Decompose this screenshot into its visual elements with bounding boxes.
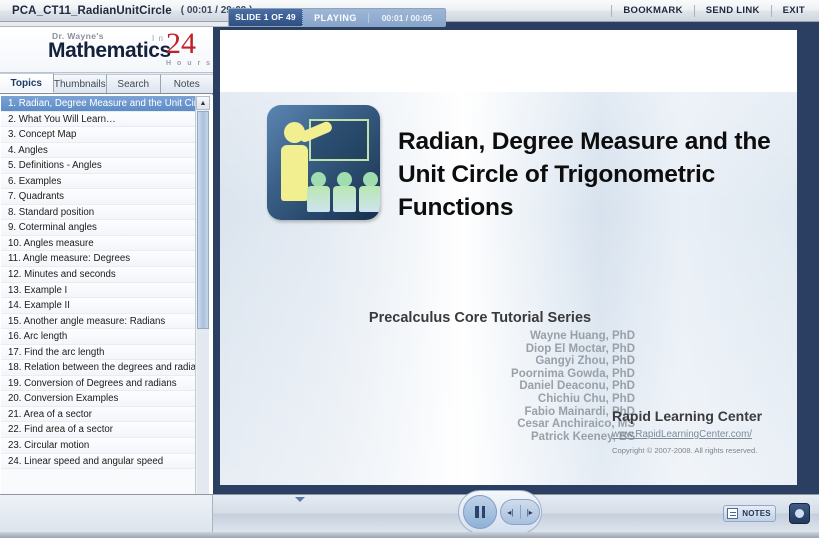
bookmark-button[interactable]: BOOKMARK: [611, 4, 693, 17]
step-buttons: ◂| |▸: [500, 499, 540, 525]
slide-time: 00:01 / 00:05: [381, 12, 433, 23]
slide-title: Radian, Degree Measure and the Unit Circ…: [398, 128, 771, 221]
author-name: Poornima Gowda, PhD: [511, 367, 635, 380]
topic-item[interactable]: 23. Circular motion: [1, 438, 197, 454]
topic-item[interactable]: 12. Minutes and seconds: [1, 267, 197, 283]
scrollbar-track[interactable]: [197, 329, 209, 499]
logo-in-word: I n: [152, 34, 164, 43]
control-bar-left-filler: [0, 495, 213, 533]
tab-topics[interactable]: Topics: [0, 73, 54, 93]
previous-slide-button[interactable]: ◂|: [501, 508, 520, 517]
author-name: Gangyi Zhou, PhD: [535, 355, 635, 368]
topic-item[interactable]: 17. Find the arc length: [1, 344, 197, 361]
logo-hours: H o u r s: [166, 60, 213, 67]
tab-search[interactable]: Search: [107, 74, 161, 93]
topics-scrollbar[interactable]: ▲ ▼: [195, 96, 210, 514]
slide-top-band: [220, 30, 797, 92]
student-body-2: [333, 186, 356, 212]
topic-item[interactable]: 19. Conversion of Degrees and radians: [1, 375, 197, 392]
title-bar-actions: BOOKMARK SEND LINK EXIT: [611, 4, 819, 17]
tab-notes[interactable]: Notes: [160, 74, 213, 93]
slide-author-list: Wayne Huang, PhD Diop El Moctar, PhD Gangy…: [370, 330, 635, 443]
topic-item[interactable]: 21. Area of a sector: [1, 406, 197, 423]
topics-panel: 1. Radian, Degree Measure and the Unit C…: [0, 95, 213, 515]
next-slide-button[interactable]: |▸: [521, 508, 540, 517]
topic-item[interactable]: 1. Radian, Degree Measure and the Unit C…: [1, 96, 197, 112]
topic-item[interactable]: 16. Arc length: [1, 329, 197, 345]
topic-item[interactable]: 13. Example I: [1, 282, 197, 299]
author-name: Daniel Deaconu, PhD: [519, 380, 635, 393]
send-link-button[interactable]: SEND LINK: [693, 4, 771, 17]
topic-item[interactable]: 11. Angle measure: Degrees: [1, 251, 197, 268]
fullscreen-button[interactable]: [789, 503, 810, 524]
topic-item[interactable]: 10. Angles measure: [1, 235, 197, 252]
stage-right-edge: [797, 27, 819, 494]
topic-item[interactable]: 6. Examples: [1, 173, 197, 190]
author-name: Patrick Keeney, BS: [531, 430, 635, 443]
brand-url-link[interactable]: www.RapidLearningCenter.com/: [612, 429, 797, 440]
topics-list[interactable]: 1. Radian, Degree Measure and the Unit C…: [1, 96, 197, 514]
student-body-1: [307, 186, 330, 212]
brand-block: Rapid Learning Center www.RapidLearningC…: [612, 408, 797, 455]
topic-item[interactable]: 8. Standard position: [1, 204, 197, 221]
author-name: Fabio Mainardi, PhD: [524, 405, 635, 418]
topic-item[interactable]: 20. Conversion Examples: [1, 391, 197, 407]
exit-button[interactable]: EXIT: [770, 4, 809, 17]
topic-item[interactable]: 3. Concept Map: [1, 127, 197, 143]
transport-controls: ◂| |▸: [458, 490, 542, 534]
teacher-classroom-icon: [267, 105, 380, 220]
playback-state: PLAYING: [303, 12, 369, 23]
notes-document-icon: [727, 508, 738, 519]
topic-item[interactable]: 15. Another angle measure: Radians: [1, 313, 197, 330]
scroll-up-icon[interactable]: ▲: [196, 96, 210, 110]
student-head-2: [337, 172, 352, 187]
progress-caret-icon: [295, 497, 305, 502]
panel-tabs: Topics Thumbnails Search Notes: [0, 73, 213, 94]
topic-item[interactable]: 2. What You Will Learn…: [1, 111, 197, 128]
window-bottom-edge: [0, 532, 819, 538]
student-head-3: [363, 172, 378, 187]
topic-item[interactable]: 7. Quadrants: [1, 189, 197, 205]
slide-subtitle: Precalculus Core Tutorial Series: [368, 310, 592, 326]
player-control-bar: [0, 494, 819, 533]
fullscreen-icon: [795, 509, 804, 518]
notes-button-label: NOTES: [742, 509, 771, 518]
brand-title: Rapid Learning Center: [612, 408, 763, 424]
slide-counter: SLIDE 1 OF 49: [229, 9, 303, 26]
author-name: Diop El Moctar, PhD: [525, 342, 635, 355]
topic-item[interactable]: 9. Coterminal angles: [1, 220, 197, 236]
brand-logo: Dr. Wayne's Mathematics I n 24 H o u r s: [0, 27, 213, 73]
topic-item[interactable]: 14. Example II: [1, 298, 197, 314]
logo-number: 24: [166, 27, 196, 60]
teacher-body-shape: [281, 145, 308, 201]
topic-item[interactable]: 5. Definitions - Angles: [1, 158, 197, 174]
pause-icon: [475, 506, 485, 518]
course-code: PCA_CT11_RadianUnitCircle: [12, 4, 172, 17]
topic-item[interactable]: 24. Linear speed and angular speed: [1, 453, 197, 470]
scrollbar-thumb[interactable]: [197, 111, 209, 329]
student-body-3: [359, 186, 380, 212]
left-panel: Dr. Wayne's Mathematics I n 24 H o u r s…: [0, 27, 213, 538]
slide-stage: Radian, Degree Measure and the Unit Circ…: [213, 27, 819, 494]
student-head-1: [311, 172, 326, 187]
topic-item[interactable]: 18. Relation between the degrees and rad…: [1, 360, 197, 376]
tab-thumbnails[interactable]: Thumbnails: [53, 74, 107, 93]
notes-button[interactable]: NOTES: [723, 505, 776, 522]
author-name: Cesar Anchiraico, MS: [517, 418, 635, 431]
author-name: Wayne Huang, PhD: [530, 330, 635, 342]
status-progress-bar[interactable]: SLIDE 1 OF 49 PLAYING 00:01 / 00:05: [228, 8, 446, 27]
slide-canvas: Radian, Degree Measure and the Unit Circ…: [220, 30, 797, 485]
copyright-text: Copyright © 2007-2008. All rights reserv…: [612, 446, 758, 455]
topic-item[interactable]: 22. Find area of a sector: [1, 422, 197, 439]
topic-item[interactable]: 4. Angles: [1, 142, 197, 159]
author-name: Chichiu Chu, PhD: [537, 392, 635, 405]
pause-button[interactable]: [463, 495, 497, 529]
player-window: PCA_CT11_RadianUnitCircle ( 00:01 / 29:0…: [0, 0, 819, 538]
